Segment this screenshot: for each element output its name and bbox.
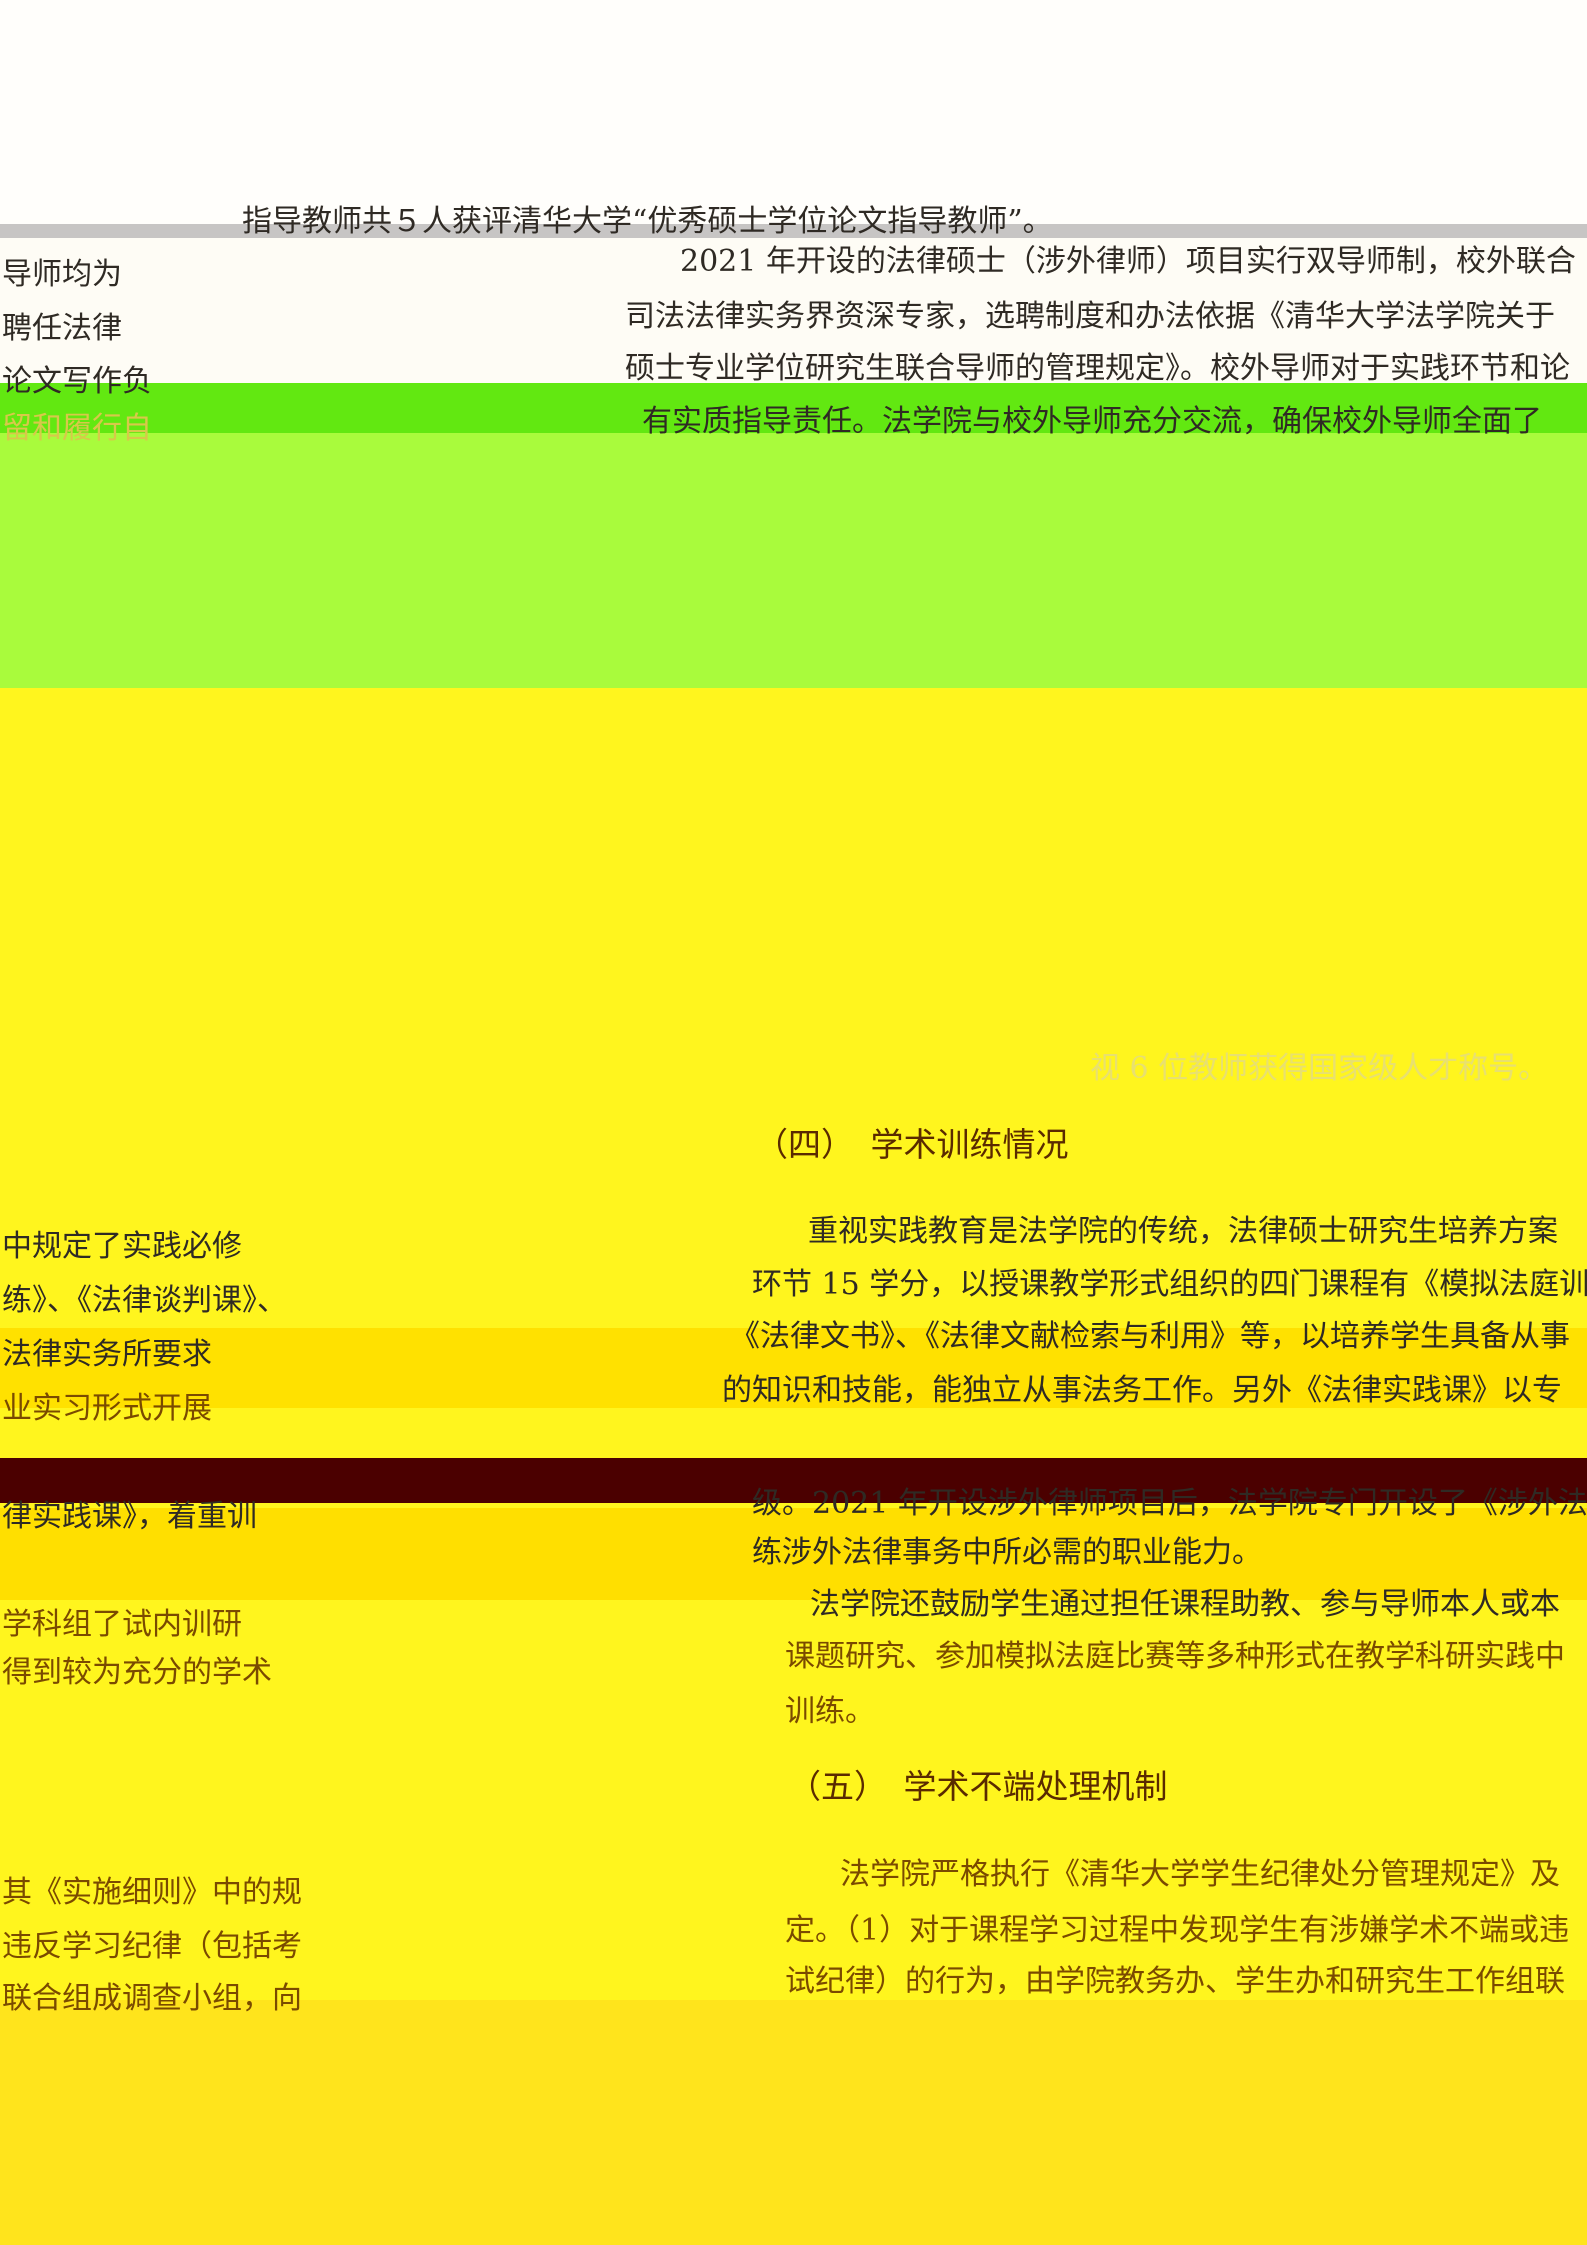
green-band bbox=[0, 433, 1587, 688]
left-line: 违反学习纪律（包括考 bbox=[2, 1929, 302, 1964]
top-line: 指导教师共５人获评清华大学“优秀硕士学位论文指导教师”。 bbox=[242, 204, 1053, 239]
left-line: 留和履行自 bbox=[2, 411, 152, 446]
paragraph-line: 重视实践教育是法学院的传统，法律硕士研究生培养方案 bbox=[808, 1214, 1558, 1249]
paragraph-line: 练涉外法律事务中所必需的职业能力。 bbox=[752, 1535, 1262, 1570]
left-line: 得到较为充分的学术 bbox=[2, 1655, 272, 1690]
paragraph-line: 的知识和技能，能独立从事法务工作。另外《法律实践课》以专 bbox=[722, 1373, 1562, 1408]
paragraph-line: 法学院严格执行《清华大学学生纪律处分管理规定》及 bbox=[840, 1857, 1560, 1892]
left-line: 导师均为 bbox=[2, 257, 122, 292]
left-line: 论文写作负 bbox=[2, 364, 152, 399]
left-line: 联合组成调查小组，向 bbox=[2, 1981, 302, 2016]
page-top-band bbox=[0, 0, 1587, 232]
paragraph-line: 环节 15 学分，以授课教学形式组织的四门课程有《模拟法庭训 bbox=[752, 1267, 1587, 1302]
left-line: 学科组了试内训研 bbox=[2, 1607, 242, 1642]
paragraph-line: 有实质指导责任。法学院与校外导师充分交流，确保校外导师全面了 bbox=[642, 404, 1542, 439]
paragraph-line: 级。2021 年开设涉外律师项目后，法学院专门开设了《涉外法 bbox=[752, 1486, 1587, 1521]
paragraph-line: 训练。 bbox=[785, 1694, 875, 1729]
paragraph-line: 法学院还鼓励学生通过担任课程助教、参与导师本人或本 bbox=[810, 1587, 1560, 1622]
paragraph-line: 2021 年开设的法律硕士（涉外律师）项目实行双导师制，校外联合 bbox=[680, 244, 1576, 279]
left-line: 聘任法律 bbox=[2, 311, 122, 346]
paragraph-line: 《法律文书》、《法律文献检索与利用》等，以培养学生具备从事 bbox=[730, 1319, 1570, 1354]
amber-bottom-band bbox=[0, 2000, 1587, 2245]
section-heading: （四） 学术训练情况 bbox=[755, 1125, 1069, 1164]
section-heading: （五） 学术不端处理机制 bbox=[788, 1767, 1168, 1806]
faded-line: 视 6 位教师获得国家级人才称号。 bbox=[1090, 1051, 1549, 1086]
paragraph-line: 试纪律）的行为，由学院教务办、学生办和研究生工作组联 bbox=[785, 1964, 1565, 1999]
paragraph-line: 司法法律实务界资深专家，选聘制度和办法依据《清华大学法学院关于 bbox=[625, 299, 1555, 334]
paragraph-line: 课题研究、参加模拟法庭比赛等多种形式在教学科研实践中 bbox=[785, 1639, 1565, 1674]
paragraph-line: 硕士专业学位研究生联合导师的管理规定》。校外导师对于实践环节和论 bbox=[625, 351, 1570, 386]
left-line: 练》、《法律谈判课》、 bbox=[2, 1283, 287, 1318]
left-line: 法律实务所要求 bbox=[2, 1337, 212, 1372]
left-line: 业实习形式开展 bbox=[2, 1391, 212, 1426]
left-line: 其《实施细则》中的规 bbox=[2, 1875, 302, 1910]
left-line: 中规定了实践必修 bbox=[2, 1229, 242, 1264]
paragraph-line: 定。（1）对于课程学习过程中发现学生有涉嫌学术不端或违 bbox=[785, 1913, 1570, 1948]
left-line: 律实践课》，着重训 bbox=[2, 1499, 257, 1534]
